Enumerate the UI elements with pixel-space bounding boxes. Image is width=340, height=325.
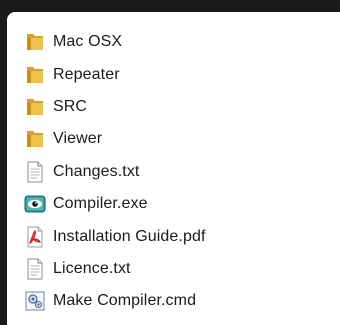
pdf-file-icon [24, 226, 46, 248]
list-item-licence-txt[interactable]: Licence.txt [24, 253, 206, 285]
text-file-icon [24, 161, 46, 183]
list-item-compiler-exe[interactable]: Compiler.exe [24, 188, 206, 220]
list-item-viewer[interactable]: Viewer [24, 123, 206, 155]
file-explorer-panel: Mac OSX Repeater SRC Viewer Changes.txt … [7, 12, 340, 325]
cmd-script-icon [24, 290, 46, 312]
item-label: Licence.txt [53, 259, 131, 277]
list-item-src[interactable]: SRC [24, 91, 206, 123]
list-item-make-compiler-cmd[interactable]: Make Compiler.cmd [24, 285, 206, 317]
file-list: Mac OSX Repeater SRC Viewer Changes.txt … [24, 26, 206, 318]
folder-icon [24, 128, 46, 150]
item-label: Viewer [53, 130, 103, 148]
item-label: SRC [53, 97, 88, 115]
exe-eye-icon [24, 193, 46, 215]
list-item-repeater[interactable]: Repeater [24, 58, 206, 90]
item-label: Repeater [53, 65, 120, 83]
item-label: Mac OSX [53, 33, 123, 51]
folder-icon [24, 31, 46, 53]
item-label: Installation Guide.pdf [53, 227, 206, 245]
list-item-changes-txt[interactable]: Changes.txt [24, 156, 206, 188]
item-label: Changes.txt [53, 162, 140, 180]
item-label: Compiler.exe [53, 195, 148, 213]
list-item-installation-guide-pdf[interactable]: Installation Guide.pdf [24, 220, 206, 252]
text-file-icon [24, 258, 46, 280]
folder-icon [24, 64, 46, 86]
item-label: Make Compiler.cmd [53, 292, 197, 310]
list-item-mac-osx[interactable]: Mac OSX [24, 26, 206, 58]
folder-icon [24, 96, 46, 118]
